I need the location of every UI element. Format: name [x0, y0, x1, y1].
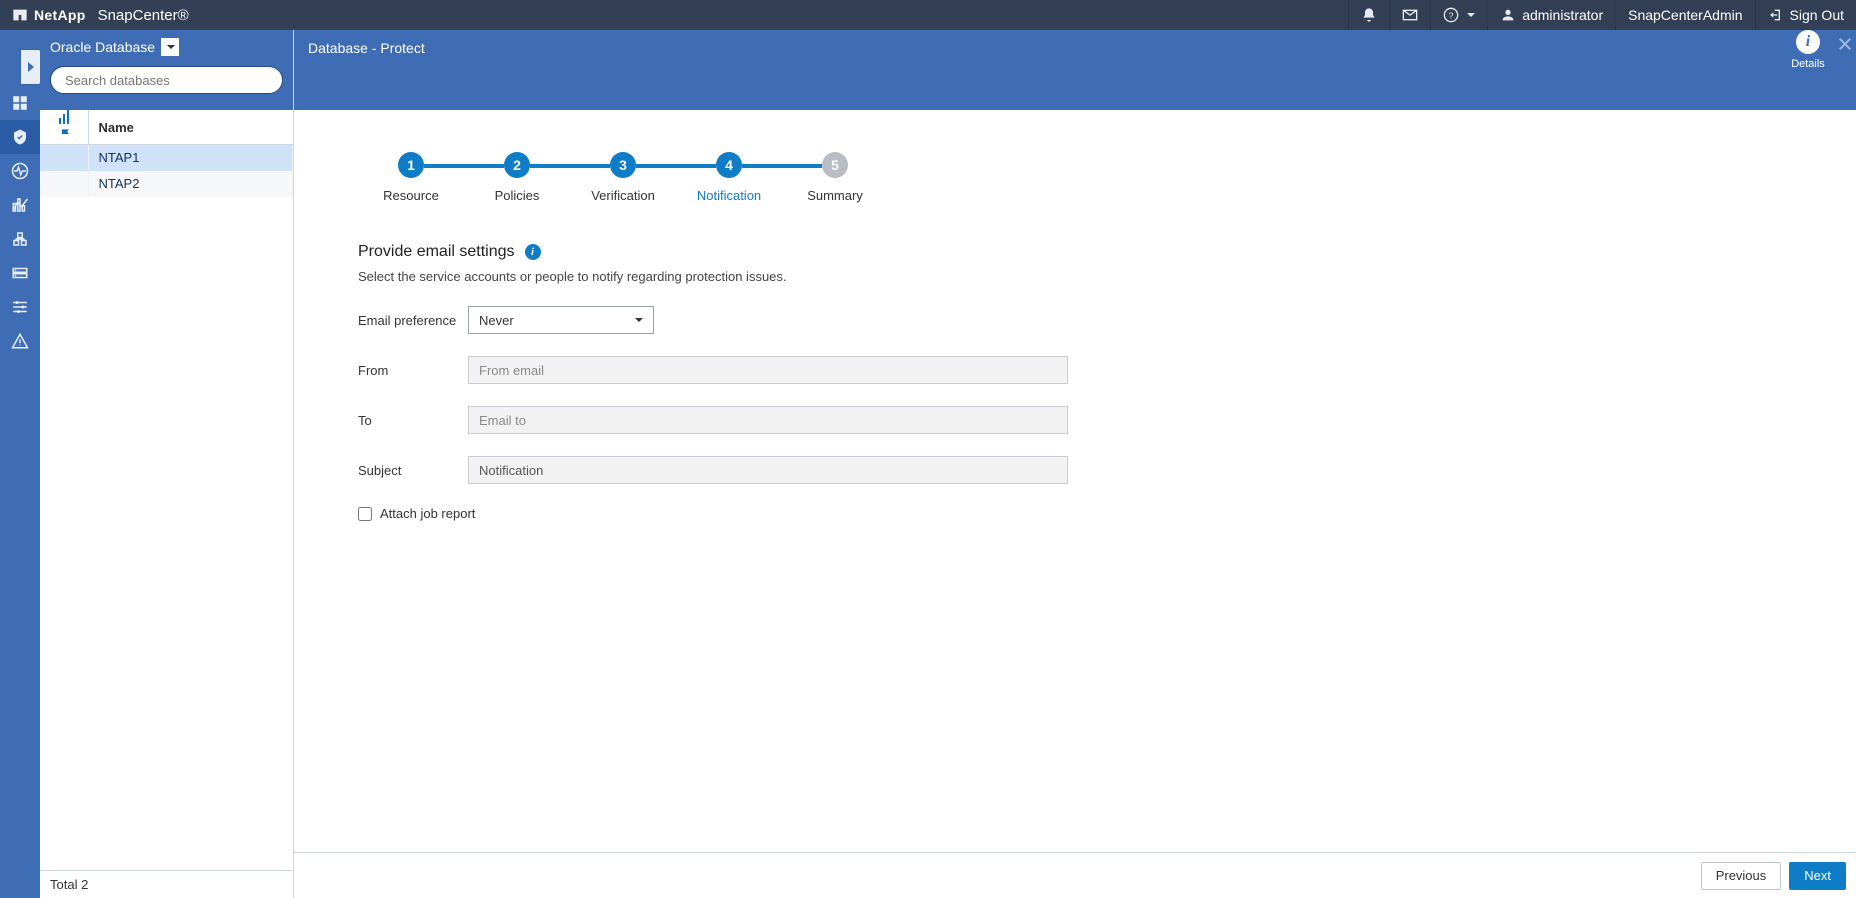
resource-name: NTAP1 [88, 145, 293, 171]
next-button[interactable]: Next [1789, 862, 1846, 890]
chevron-right-icon [26, 62, 36, 72]
chevron-down-icon [167, 45, 175, 49]
table-row[interactable]: NTAP2 [40, 171, 293, 197]
sign-out-button[interactable]: Sign Out [1755, 0, 1856, 30]
sign-out-label: Sign Out [1790, 7, 1844, 23]
flag-icon [59, 129, 73, 144]
attach-report-label: Attach job report [380, 506, 475, 521]
wizard-stepper: 1 Resource 2 Policies 3 Verification 4 Notifica… [294, 110, 1856, 203]
expand-nav-button[interactable] [21, 50, 41, 84]
brand-product: SnapCenter® [98, 7, 189, 24]
from-input[interactable] [468, 356, 1068, 384]
bell-icon [1361, 7, 1377, 23]
to-input[interactable] [468, 406, 1068, 434]
sort-column[interactable] [40, 110, 88, 145]
main-panel: Database - Protect i Details 1 Resource 2 P… [294, 30, 1856, 898]
resource-type-label: Oracle Database [50, 39, 155, 55]
chevron-down-icon [1467, 13, 1475, 17]
user-icon [1500, 7, 1516, 23]
step-policies[interactable]: 2 Policies [464, 152, 570, 203]
user-menu[interactable]: administrator [1487, 0, 1615, 30]
sign-out-icon [1768, 7, 1784, 23]
email-pref-value: Never [479, 313, 514, 328]
info-icon: i [1796, 30, 1820, 54]
step-number: 2 [504, 152, 530, 178]
sort-icon [59, 110, 69, 124]
step-label: Summary [807, 188, 863, 203]
from-label: From [358, 363, 468, 378]
nav-dashboard[interactable] [0, 86, 40, 120]
resource-type-dropdown[interactable]: Oracle Database [50, 38, 283, 56]
brand-company: NetApp [34, 7, 86, 23]
role-label[interactable]: SnapCenterAdmin [1615, 0, 1754, 30]
brand: NetApp SnapCenter® [0, 7, 201, 24]
nav-rail [0, 30, 40, 898]
help-menu[interactable]: ? [1430, 0, 1487, 30]
step-label: Policies [495, 188, 540, 203]
table-row[interactable]: NTAP1 [40, 145, 293, 171]
subject-input[interactable] [468, 456, 1068, 484]
info-icon[interactable]: i [525, 244, 541, 260]
email-pref-select[interactable]: Never [468, 306, 654, 334]
step-number: 4 [716, 152, 742, 178]
wizard-footer: Previous Next [294, 852, 1856, 898]
nav-settings[interactable] [0, 290, 40, 324]
nav-alerts[interactable] [0, 324, 40, 358]
step-number: 5 [822, 152, 848, 178]
form-heading: Provide email settings i [358, 243, 1374, 261]
page-title: Database - Protect [294, 30, 1782, 66]
details-label: Details [1791, 58, 1825, 70]
step-summary: 5 Summary [782, 152, 888, 203]
nav-hosts[interactable] [0, 222, 40, 256]
topbar: NetApp SnapCenter® ? administrator SnapC… [0, 0, 1856, 30]
resource-name: NTAP2 [88, 171, 293, 197]
form-subtext: Select the service accounts or people to… [358, 269, 1374, 284]
help-icon: ? [1443, 7, 1459, 23]
messages-button[interactable] [1389, 0, 1430, 30]
svg-text:?: ? [1449, 10, 1454, 20]
nav-monitor[interactable] [0, 154, 40, 188]
role-text: SnapCenterAdmin [1628, 7, 1742, 23]
close-button[interactable] [1834, 30, 1856, 110]
mail-icon [1402, 7, 1418, 23]
resource-panel: Oracle Database Name NTAP1NTAP2 Total 2 [40, 30, 294, 898]
netapp-logo-icon [12, 7, 28, 23]
step-number: 1 [398, 152, 424, 178]
resource-table: Name NTAP1NTAP2 [40, 110, 293, 197]
chevron-down-icon [635, 318, 643, 322]
notifications-button[interactable] [1348, 0, 1389, 30]
nav-reports[interactable] [0, 188, 40, 222]
name-column-header[interactable]: Name [88, 110, 293, 145]
step-label: Notification [697, 188, 761, 203]
close-icon [1837, 36, 1853, 52]
resource-total: Total 2 [40, 870, 293, 898]
to-label: To [358, 413, 468, 428]
step-number: 3 [610, 152, 636, 178]
search-input[interactable] [50, 66, 283, 94]
nav-resources[interactable] [0, 120, 40, 154]
step-verification[interactable]: 3 Verification [570, 152, 676, 203]
details-button[interactable]: i Details [1782, 30, 1834, 70]
resource-type-caret[interactable] [161, 38, 179, 56]
user-name: administrator [1522, 7, 1603, 23]
subject-label: Subject [358, 463, 468, 478]
attach-report-checkbox[interactable] [358, 507, 372, 521]
step-label: Verification [591, 188, 655, 203]
email-pref-label: Email preference [358, 313, 468, 328]
notification-form: Provide email settings i Select the serv… [294, 203, 1374, 521]
step-notification[interactable]: 4 Notification [676, 152, 782, 203]
step-label: Resource [383, 188, 439, 203]
previous-button[interactable]: Previous [1701, 862, 1782, 890]
nav-storage[interactable] [0, 256, 40, 290]
step-resource[interactable]: 1 Resource [358, 152, 464, 203]
